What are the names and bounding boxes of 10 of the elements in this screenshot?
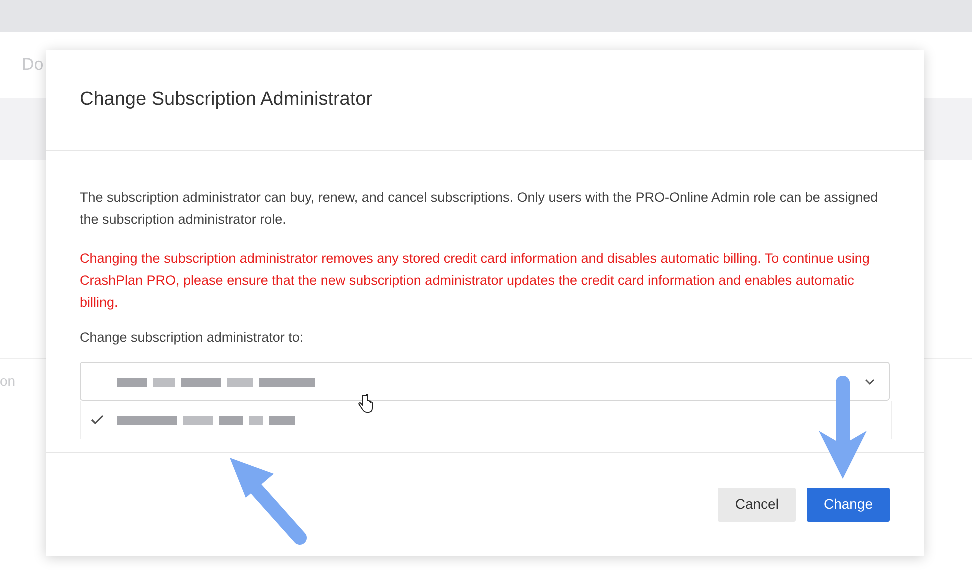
pointer-hand-icon: [358, 394, 374, 414]
dropdown-option[interactable]: [80, 401, 892, 440]
administrator-select[interactable]: [80, 362, 890, 402]
warning-text: Changing the subscription administrator removes any stored credit card information and disables automatic billing. To continue using CrashPlan PRO, please ensure that the new subscription administrator updates the credit card information and enables automatic billing.: [80, 250, 871, 312]
field-label: Change subscription administrator to:: [80, 329, 305, 347]
cancel-button[interactable]: Cancel: [718, 488, 796, 522]
dialog-title: Change Subscription Administrator: [80, 88, 373, 112]
description-text: The subscription administrator can buy, renew, and cancel subscriptions. Only users with the PRO-Online Admin role can be assigned the subscription administrator role.: [80, 189, 880, 229]
change-button[interactable]: Change: [806, 488, 890, 522]
chevron-down-icon: [865, 378, 875, 385]
